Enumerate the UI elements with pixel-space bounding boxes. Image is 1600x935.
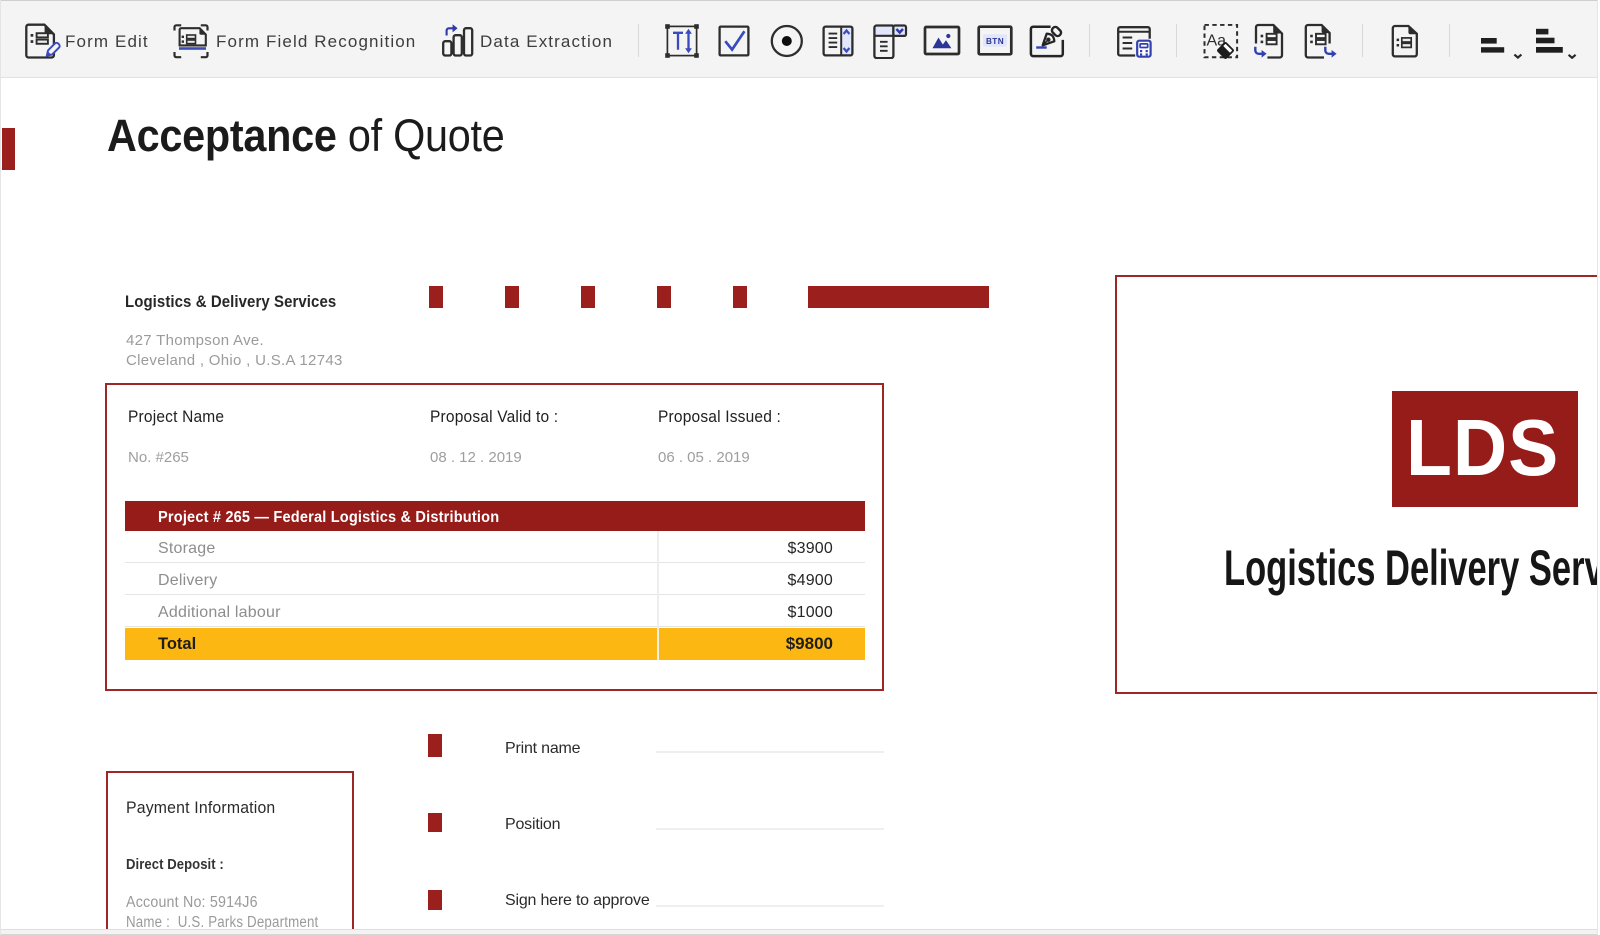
svg-text:BTN: BTN [986,37,1004,46]
